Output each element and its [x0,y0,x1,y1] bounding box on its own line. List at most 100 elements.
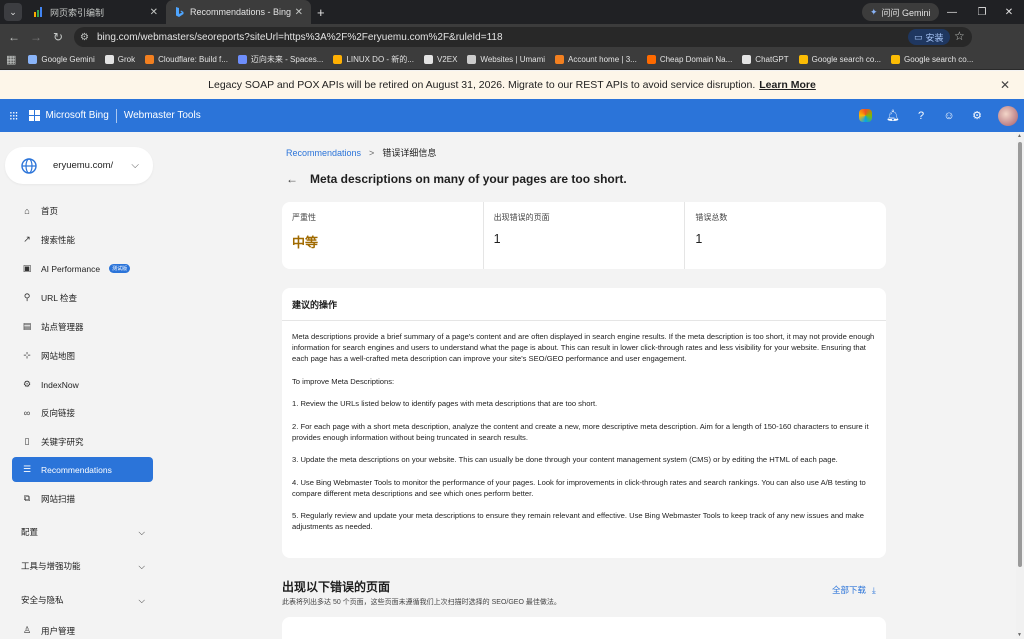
help-icon[interactable]: ? [914,110,928,122]
bookmark-star-icon[interactable]: ☆ [954,29,965,43]
scroll-down-icon[interactable]: ▼ [1017,632,1022,638]
scroll-up-icon[interactable]: ▲ [1017,133,1022,139]
page-scrollbar[interactable]: ▲ ▼ [1016,132,1024,639]
browser-tab-title: Recommendations - Bing We [190,7,291,17]
browser-tabstrip: ⌄ 网页索引编制 ✕ Recommendations - Bing We ✕ +… [0,0,1024,24]
gear-icon[interactable]: ⚙ [970,109,984,122]
ask-gemini-button[interactable]: ✦ 问问 Gemini [862,3,939,21]
copilot-icon[interactable] [859,109,872,122]
bookmark-label: Cheap Domain Na... [659,55,733,64]
sidebar-item-url-inspection[interactable]: ⚲ URL 检查 [12,285,153,310]
apps-grid-icon[interactable]: ▦ [6,53,16,66]
bing-webmaster-favicon [34,7,42,17]
sidebar-item-indexnow[interactable]: ⚙ IndexNow [12,372,153,397]
forward-arrow-icon[interactable]: → [25,26,47,48]
ai-icon: ▣ [22,263,32,273]
sidebar-group-security[interactable]: 安全与隐私 ⌵ [21,591,145,609]
sidebar-item-search-performance[interactable]: ↗ 搜索性能 [12,227,153,252]
sidebar-group-label: 配置 [21,527,39,537]
bookmark-item[interactable]: Cheap Domain Na... [646,55,733,64]
bookmark-favicon-icon [333,55,343,64]
scrollbar-thumb[interactable] [1018,142,1022,567]
learn-more-link[interactable]: Learn More [759,79,816,91]
bookmark-item[interactable]: Google search co... [798,55,882,64]
paragraph: 1. Review the URLs listed below to ident… [292,399,598,409]
close-tab-icon[interactable]: ✕ [150,7,158,18]
bookmark-favicon-icon [646,55,656,64]
close-window-icon[interactable]: ✕ [994,0,1024,24]
chevron-down-icon: ⌵ [138,560,145,571]
app-header: ⁝⁝⁝ Microsoft Bing Webmaster Tools 🔔︎ ? … [0,99,1024,132]
reload-icon[interactable]: ↻ [47,26,69,48]
affected-pages-subtitle: 此表将列出多达 50 个页面，这些页面未遵循我们上次扫描时选择的 SEO/GEO… [282,599,561,606]
sidebar-item-keyword-research[interactable]: ▯ 关键字研究 [12,429,153,454]
brand-name[interactable]: Microsoft Bing [45,110,108,121]
sidebar-item-label: Recommendations [41,464,112,475]
app-launcher-icon[interactable]: ⁝⁝⁝ [9,109,19,123]
bookmark-item[interactable]: Grok [104,55,135,64]
sidebar-group-label: 工具与增强功能 [21,561,81,571]
bookmark-item[interactable]: 迈向未来 - Spaces... [237,54,323,65]
bookmark-item[interactable]: Google Gemini [28,55,95,64]
bookmark-item[interactable]: Google search co... [891,55,973,64]
bookmark-label: Google search co... [811,55,882,64]
sidebar-item-home[interactable]: ⌂ 首页 [12,198,153,223]
sidebar-item-label: 关键字研究 [41,436,84,447]
close-tab-icon[interactable]: ✕ [295,7,303,18]
bookmark-label: Websites | Umami [480,55,546,64]
paragraph: 4. Use Bing Webmaster Tools to monitor t… [292,477,866,498]
sidebar-item-site-scan[interactable]: ⧉ 网站扫描 [12,486,153,511]
scan-icon: ⧉ [23,493,31,503]
bookmark-label: Google Gemini [41,55,95,64]
trend-icon: ↗ [23,234,31,244]
sidebar-item-label: 搜索性能 [41,234,76,245]
sidebar-item-recommendations[interactable]: ☰ Recommendations [12,457,153,482]
bell-icon[interactable]: 🔔︎ [886,109,900,122]
affected-pages-title: 出现以下错误的页面 [282,580,391,594]
user-icon: ♙ [22,625,32,635]
bookmark-label: LINUX DO - 新的... [346,55,414,64]
bookmark-item[interactable]: Websites | Umami [467,55,545,64]
minimize-icon[interactable]: — [937,0,967,24]
user-avatar[interactable] [998,105,1018,126]
stat-value: 中等 [292,235,319,250]
stat-label: 出现错误的页面 [493,213,550,222]
bookmark-favicon-icon [145,55,155,64]
stat-total-errors: 错误总数 1 [685,202,886,269]
sidebar-group-tools[interactable]: 工具与增强功能 ⌵ [21,557,145,575]
bookmark-item[interactable]: V2EX [423,55,457,64]
download-all-button[interactable]: 全部下载 ⤓ [832,584,876,596]
sidebar-item-ai-performance[interactable]: ▣ AI Performance 测试版 [12,256,153,281]
bookmark-item[interactable]: ChatGPT [742,55,789,64]
sidebar-item-sitemap[interactable]: ⊹ 网站地图 [12,343,153,368]
product-name[interactable]: Webmaster Tools [124,110,201,121]
sidebar-item-site-manager[interactable]: ▤ 站点管理器 [12,314,153,339]
sidebar-group-config[interactable]: 配置 ⌵ [21,523,145,541]
restore-icon[interactable]: ❐ [967,0,997,24]
bookmark-item[interactable]: Account home | 3... [555,55,637,64]
site-selector[interactable]: eryuemu.com/ ⌵ [5,147,153,184]
new-tab-icon[interactable]: + [317,5,325,20]
bookmark-favicon-icon [891,55,901,64]
sidebar-item-backlinks[interactable]: ∞ 反向链接 [12,400,153,425]
back-arrow-icon[interactable]: ← [286,172,298,186]
install-app-button[interactable]: ▭ 安装 [908,29,950,45]
sidebar-item-user-management[interactable]: ♙ 用户管理 [12,618,153,639]
indexnow-icon: ⚙ [22,379,32,389]
address-bar[interactable]: ⚙ bing.com/webmasters/seoreports?siteUrl… [74,27,972,47]
back-arrow-icon[interactable]: ← [3,26,25,48]
site-info-icon[interactable]: ⚙ [80,32,89,43]
tab-search-button[interactable]: ⌄ [4,3,22,21]
browser-tab-index[interactable]: 网页索引编制 ✕ [26,0,166,24]
breadcrumb-recommendations-link[interactable]: Recommendations [286,148,361,158]
bookmark-label: Account home | 3... [568,55,637,64]
close-icon[interactable]: ✕ [1000,78,1010,92]
sitemanager-icon: ▤ [22,321,32,331]
bookmark-item[interactable]: Cloudflare: Build f... [145,55,228,64]
breadcrumb: Recommendations > 错误详细信息 [286,146,436,159]
sidebar-item-label: 首页 [41,205,59,216]
download-icon: ⤓ [872,584,876,595]
feedback-smiley-icon[interactable]: ☺ [942,110,956,122]
browser-tab-recommendations[interactable]: Recommendations - Bing We ✕ [166,0,311,24]
bookmark-item[interactable]: LINUX DO - 新的... [333,54,414,65]
